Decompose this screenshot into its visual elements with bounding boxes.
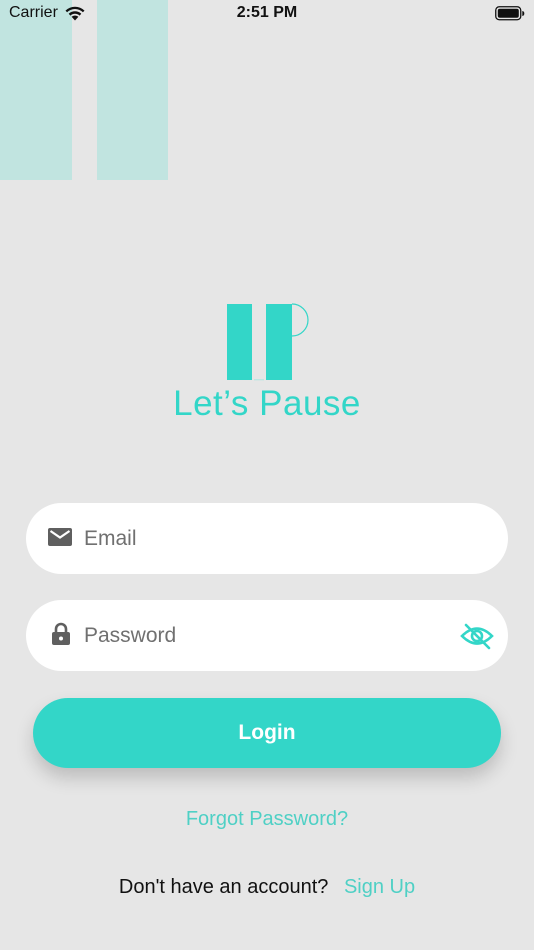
brand-name: Let’s Pause [173, 384, 361, 423]
status-bar: Carrier 2:51 PM [0, 0, 534, 28]
password-field[interactable] [26, 600, 508, 671]
password-input[interactable] [84, 600, 454, 671]
email-input[interactable] [84, 503, 454, 574]
email-field[interactable] [26, 503, 508, 574]
mail-icon [48, 528, 72, 546]
signup-row: Don't have an account? Sign Up [0, 876, 534, 899]
eye-off-icon[interactable] [460, 622, 494, 650]
clock: 2:51 PM [236, 4, 298, 21]
forgot-password-link[interactable]: Forgot Password? [0, 808, 534, 831]
login-button[interactable]: Login [33, 698, 501, 768]
app-logo-icon [227, 303, 309, 381]
lock-icon [52, 622, 70, 645]
battery-icon [495, 6, 525, 21]
sign-up-link[interactable]: Sign Up [344, 876, 415, 898]
signup-prompt: Don't have an account? [118, 876, 329, 898]
